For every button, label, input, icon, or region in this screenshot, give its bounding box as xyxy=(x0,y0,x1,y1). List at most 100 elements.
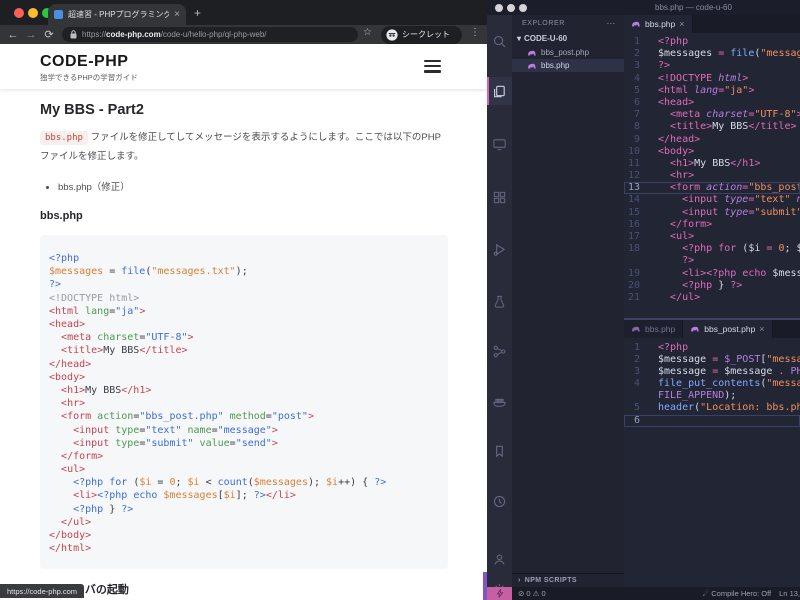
section2-heading: Webサーバの起動 xyxy=(40,584,129,597)
reload-button[interactable]: ⟳ xyxy=(40,28,58,41)
npm-scripts-section[interactable]: › NPM SCRIPTS xyxy=(512,573,624,587)
site-header: CODE-PHP 独学できるPHPの学習ガイド xyxy=(0,44,487,89)
maximize-window-button[interactable] xyxy=(519,3,527,12)
list-item: bbs.php（修正） xyxy=(58,179,448,193)
file-row-bbs-post[interactable]: bbs_post.php xyxy=(512,46,624,59)
compile-hero-status[interactable]: ☄ Compile Hero: Off xyxy=(702,589,771,598)
new-tab-button[interactable]: + xyxy=(194,6,201,20)
code-heading: bbs.php xyxy=(40,210,83,223)
cursor-position[interactable]: Ln 13, xyxy=(779,589,800,598)
code-row: <ul> xyxy=(61,464,86,476)
extensions-icon[interactable] xyxy=(487,183,512,211)
minimize-window-button[interactable] xyxy=(28,8,38,18)
code-row: 10 <body> xyxy=(627,145,695,157)
code-row: <form action="bbs_post.php" method="post… xyxy=(61,411,314,423)
incognito-badge: シークレット xyxy=(381,25,462,44)
incognito-label: シークレット xyxy=(402,30,450,39)
editor-area: bbs.php × 1 <?php 2 $messages = file("messag… xyxy=(624,15,800,587)
bookmark-star-icon[interactable]: ☆ xyxy=(363,27,372,38)
chevron-down-icon: ▾ xyxy=(517,34,522,43)
code-row: <input type="text" name="message"> xyxy=(73,424,278,436)
file-row-bbs[interactable]: bbs.php xyxy=(512,59,624,72)
code-row: <h1>My BBS</h1> xyxy=(61,384,152,396)
php-file-icon xyxy=(632,21,640,27)
errors-count[interactable]: ⊘ 0 ⚠ 0 xyxy=(518,589,546,598)
url-bar[interactable]: https://code-php.com/code-u/hello-php/ql… xyxy=(62,27,358,42)
close-icon[interactable]: × xyxy=(679,19,684,29)
code-block: <?php $messages = file("messages.txt"); ?>… xyxy=(40,235,448,570)
tab-bbs-post-php[interactable]: bbs_post.php × xyxy=(683,319,773,338)
editor-bbs-php[interactable]: 1<?php2$messages = file("messages.txt");… xyxy=(624,33,800,318)
back-button[interactable]: ← xyxy=(4,29,22,41)
code-row: 12 <hr> xyxy=(627,170,695,182)
tab-title: 超速習 - PHPプログラミング（We xyxy=(68,10,170,19)
run-debug-icon[interactable] xyxy=(487,235,512,263)
code-row: <title>My BBS</title> xyxy=(61,345,188,357)
code-row: <meta charset="UTF-8"> xyxy=(61,332,194,344)
browser-window: 超速習 - PHPプログラミング（We × + ← → ⟳ https://co… xyxy=(0,0,487,600)
code-row: 17 <ul> xyxy=(627,231,695,242)
time-tracker-icon[interactable] xyxy=(487,487,512,515)
code-row: </html> xyxy=(49,543,92,555)
site-logo[interactable]: CODE-PHP xyxy=(40,53,128,71)
code-row: FILE_APPEND); xyxy=(658,390,737,402)
code-row: <hr> xyxy=(61,398,86,410)
page-title: My BBS - Part2 xyxy=(40,102,144,118)
remote-indicator[interactable] xyxy=(487,587,512,600)
code-row: 3 ?> xyxy=(633,60,671,72)
code-row: <li><?php echo $messages[$i]; ?></li> xyxy=(73,490,296,502)
status-bar: ⊘ 0 ⚠ 0 ☄ Compile Hero: Off Ln 13, xyxy=(487,587,800,600)
tab-bbs-php-top[interactable]: bbs.php × xyxy=(624,15,693,33)
web-page: CODE-PHP 独学できるPHPの学習ガイド My BBS - Part2 b… xyxy=(0,44,487,600)
code-row: 3$message = $message . PHP_EOL; xyxy=(633,365,800,377)
forward-button[interactable]: → xyxy=(22,29,40,41)
tabbar-top: bbs.php × xyxy=(624,15,800,33)
code-row: </head> xyxy=(49,358,92,370)
close-window-button[interactable] xyxy=(14,8,24,18)
inline-code: bbs.php xyxy=(40,131,88,145)
explorer-menu-icon[interactable]: ⋯ xyxy=(606,18,616,29)
tab-close-icon[interactable]: × xyxy=(174,9,180,20)
remote-explorer-icon[interactable] xyxy=(487,130,512,158)
code-row: 20 <?php } ?> xyxy=(627,279,743,291)
search-icon[interactable] xyxy=(487,27,512,55)
code-row: 18 <?php for ($i = 0; $i < count($messag… xyxy=(627,243,800,255)
editor-bbs-post-php[interactable]: 1<?php2$message = $_POST["message"];3$me… xyxy=(624,337,800,587)
incognito-icon xyxy=(386,28,398,41)
source-graph-icon[interactable] xyxy=(487,337,512,365)
activity-bar: 1 xyxy=(487,15,512,600)
bookmarks-icon[interactable] xyxy=(487,437,512,465)
lock-icon xyxy=(70,30,77,39)
code-row: 5 <html lang="ja"> xyxy=(633,84,755,96)
code-row: 6 <head> xyxy=(633,96,695,108)
docker-whale-icon[interactable] xyxy=(487,387,512,415)
code-row: <!DOCTYPE html> xyxy=(49,292,140,304)
code-row: 1 <?php xyxy=(633,341,689,353)
browser-menu-icon[interactable]: ⋮ xyxy=(470,27,480,38)
code-row: <?php for ($i = 0; $i < count($messages)… xyxy=(73,477,387,489)
intro-paragraph: bbs.php ファイルを修正してしてメッセージを表示するようにします。ここでは… xyxy=(40,131,441,162)
code-row: </body> xyxy=(49,530,92,541)
code-row: 11 <h1>My BBS</h1> xyxy=(627,157,761,169)
explorer-icon[interactable] xyxy=(487,77,512,105)
minimize-window-button[interactable] xyxy=(507,3,515,12)
browser-tab[interactable]: 超速習 - PHPプログラミング（We × xyxy=(48,4,186,25)
vscode-titlebar: bbs.php — code-u-60 xyxy=(487,0,800,15)
test-flask-icon[interactable] xyxy=(487,287,512,315)
close-window-button[interactable] xyxy=(495,3,503,12)
code-row: 21 </ul> xyxy=(627,291,701,303)
code-row: <input type="submit" value="send"> xyxy=(73,437,278,449)
code-row: </form> xyxy=(61,450,104,462)
code-row: 8 <title>My BBS</title> xyxy=(633,121,797,133)
code-row: $messages = file("messages.txt"); xyxy=(49,266,248,278)
tab-bbs-php-bottom[interactable]: bbs.php xyxy=(624,319,684,338)
account-icon[interactable] xyxy=(487,545,512,573)
code-row: 7 <meta charset="UTF-8"> xyxy=(633,109,800,121)
code-row: 6 xyxy=(624,414,800,427)
code-row: ?> xyxy=(49,279,62,291)
folder-row[interactable]: ▾ CODE-U-60 xyxy=(512,32,624,45)
close-icon[interactable]: × xyxy=(759,324,764,334)
code-row: 5header("Location: bbs.php"); xyxy=(633,402,800,414)
php-file-icon xyxy=(528,63,536,68)
hamburger-menu-icon[interactable] xyxy=(424,60,441,73)
